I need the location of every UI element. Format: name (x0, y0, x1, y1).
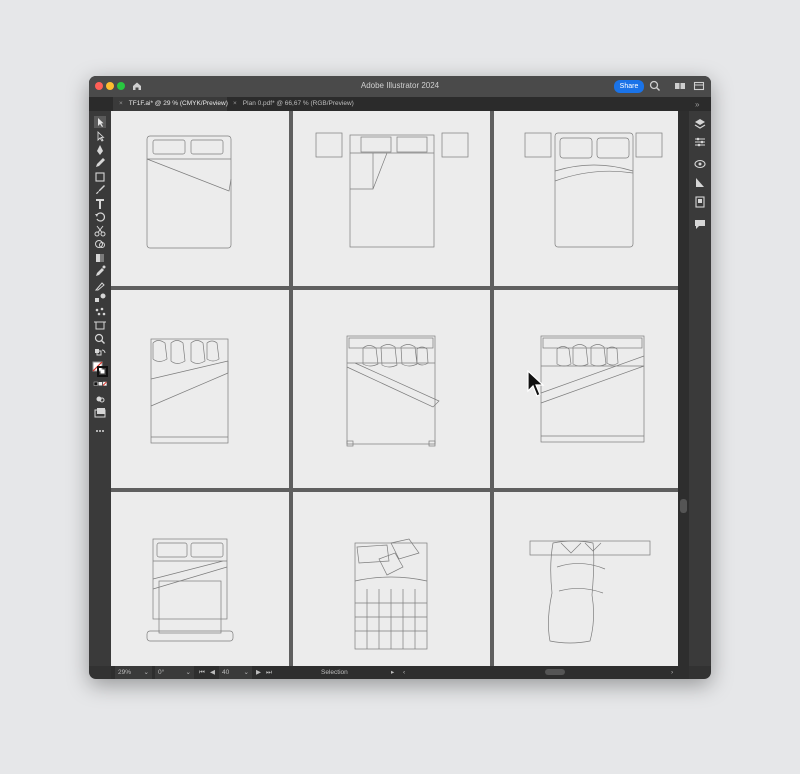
artboard-2[interactable] (293, 111, 490, 286)
tab-tf1f[interactable]: × TF1F.ai* @ 29 % (CMYK/Preview) (113, 97, 228, 111)
rotation-value: 0° (158, 669, 165, 676)
horizontal-scroll-thumb[interactable] (545, 669, 565, 675)
rotate-tool-icon[interactable] (93, 211, 107, 223)
document-tab-bar: × TF1F.ai* @ 29 % (CMYK/Preview) × Plan 0.… (89, 97, 711, 111)
tab-plan-0[interactable]: × Plan 0.pdf* @ 66,67 % (RGB/Preview) (227, 97, 367, 111)
pencil-tool-icon[interactable] (93, 157, 107, 169)
zoom-value: 29% (118, 669, 132, 676)
artboard-number-field[interactable]: 40 ⌄ (219, 666, 252, 679)
status-menu-arrow-icon[interactable]: ▸ (391, 666, 394, 679)
direct-selection-tool-icon[interactable] (93, 130, 107, 142)
workspace-icon[interactable] (692, 79, 706, 93)
pipette-tool-icon[interactable] (93, 279, 107, 291)
selection-tool-icon[interactable] (93, 116, 107, 128)
close-tab-icon[interactable]: × (233, 97, 237, 111)
libraries-panel-icon[interactable] (693, 157, 707, 171)
tab-label: TF1F.ai* @ 29 % (CMYK/Preview) (128, 100, 228, 107)
first-artboard-button[interactable]: ⏮ (199, 666, 205, 679)
shape-builder-tool-icon[interactable] (93, 238, 107, 250)
artboard-tool-icon[interactable] (93, 319, 107, 331)
draw-mode-icon[interactable] (93, 393, 107, 405)
artboard-8[interactable] (293, 492, 490, 666)
paintbrush-tool-icon[interactable] (93, 184, 107, 196)
vertical-scrollbar[interactable] (678, 111, 689, 666)
zoom-tool-icon[interactable] (93, 333, 107, 345)
previous-artboard-button[interactable]: ◀ (210, 666, 215, 679)
last-artboard-button[interactable]: ⏭ (266, 666, 272, 679)
rectangle-tool-icon[interactable] (93, 171, 107, 183)
scroll-thumb[interactable] (680, 499, 687, 513)
swap-colors-icon[interactable] (93, 347, 107, 359)
tools-panel (89, 111, 111, 666)
document-panel-icon[interactable] (693, 195, 707, 209)
search-icon[interactable] (648, 79, 662, 93)
layers-panel-icon[interactable] (693, 117, 707, 131)
artboard-canvas[interactable]: .ln{fill:none;stroke:#7d7d7d;stroke-widt… (111, 111, 678, 666)
current-tool-label[interactable]: Selection (321, 666, 348, 679)
screen-mode-icon[interactable] (93, 407, 107, 419)
chevron-down-icon: ⌄ (243, 669, 249, 676)
artboard-5[interactable] (293, 290, 490, 488)
rotate-view-field[interactable]: 0° ⌄ (155, 666, 194, 679)
comments-panel-icon[interactable] (693, 217, 707, 231)
blend-tool-icon[interactable] (93, 292, 107, 304)
mouse-pointer-icon (527, 370, 545, 397)
scroll-left-arrow-icon[interactable]: ‹ (403, 666, 405, 679)
artboard-number: 40 (222, 669, 230, 676)
chevron-down-icon: ⌄ (143, 669, 149, 676)
artboard-9[interactable] (494, 492, 678, 666)
tabs-overflow-icon[interactable]: » (695, 100, 699, 109)
share-button[interactable]: Share (614, 80, 644, 93)
type-tool-icon[interactable] (93, 198, 107, 210)
next-artboard-button[interactable]: ▶ (256, 666, 261, 679)
chevron-down-icon: ⌄ (185, 669, 191, 676)
artboards-grid: .ln{fill:none;stroke:#7d7d7d;stroke-widt… (111, 111, 678, 666)
fill-stroke-swatch[interactable] (92, 361, 108, 377)
panel-dock (689, 111, 711, 666)
artboard-7[interactable] (111, 492, 289, 666)
arrange-documents-icon[interactable] (673, 79, 687, 93)
more-tools-icon[interactable] (93, 425, 107, 437)
eyedropper-tool-icon[interactable] (93, 265, 107, 277)
appearance-panel-icon[interactable] (693, 175, 707, 189)
zoom-level-field[interactable]: 29% ⌄ (115, 666, 152, 679)
symbol-sprayer-tool-icon[interactable] (93, 306, 107, 318)
artboard-6[interactable] (494, 290, 678, 488)
color-mode-icons[interactable] (93, 379, 107, 391)
status-bar: 29% ⌄ 0° ⌄ ⏮ ◀ 40 ⌄ ▶ ⏭ Selection ▸ ‹ › (111, 666, 689, 679)
scroll-right-arrow-icon[interactable]: › (671, 666, 673, 679)
scissors-tool-icon[interactable] (93, 225, 107, 237)
gradient-tool-icon[interactable] (93, 252, 107, 264)
close-tab-icon[interactable]: × (119, 97, 123, 111)
properties-panel-icon[interactable] (693, 135, 707, 149)
title-bar: Adobe Illustrator 2024 Share (89, 76, 711, 97)
artboard-1[interactable] (111, 111, 289, 286)
tab-label: Plan 0.pdf* @ 66,67 % (RGB/Preview) (242, 100, 354, 107)
artboard-4[interactable] (111, 290, 289, 488)
pen-tool-icon[interactable] (93, 144, 107, 156)
illustrator-window: Adobe Illustrator 2024 Share × TF1F.ai* @… (89, 76, 711, 679)
artboard-3[interactable] (494, 111, 678, 286)
